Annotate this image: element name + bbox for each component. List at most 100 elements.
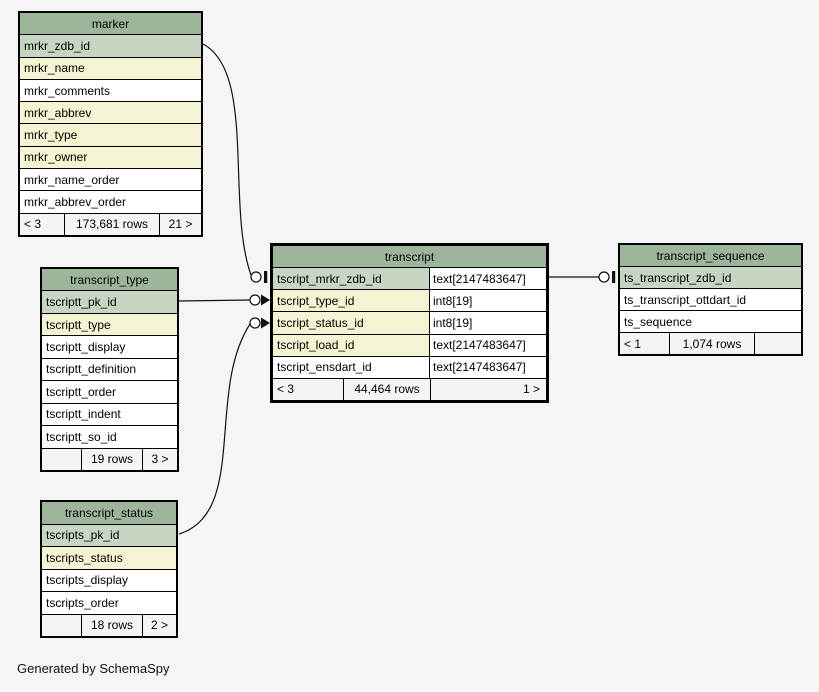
children-count: 21 > <box>159 214 201 235</box>
fk-tee <box>612 271 615 283</box>
column-row: ts_transcript_ottdart_id <box>620 288 801 310</box>
table-transcript-type[interactable]: transcript_type tscriptt_pk_id tscriptt_… <box>40 267 179 472</box>
fk-arrow <box>261 318 270 329</box>
column-row: tscript_load_id text[2147483647] <box>273 334 546 356</box>
column-name: mrkr_name <box>20 58 201 79</box>
table-footer: 18 rows 2 > <box>42 614 176 637</box>
table-title: transcript_type <box>70 273 149 287</box>
fk-odot <box>250 295 260 305</box>
column-name: mrkr_abbrev_order <box>20 191 201 212</box>
column-row: tscript_ensdart_id text[2147483647] <box>273 356 546 378</box>
column-name: mrkr_owner <box>20 147 201 168</box>
children-count: 3 > <box>142 449 177 470</box>
table-title: transcript <box>385 250 434 264</box>
column-row: tscriptt_order <box>42 380 177 402</box>
column-row: mrkr_name <box>20 57 201 79</box>
column-row: tscripts_pk_id <box>42 524 176 547</box>
column-name: mrkr_name_order <box>20 169 201 190</box>
column-row: mrkr_comments <box>20 79 201 101</box>
table-header[interactable]: marker <box>20 13 201 34</box>
table-footer: 19 rows 3 > <box>42 448 177 470</box>
column-name: tscript_status_id <box>273 312 430 333</box>
column-row: tscripts_order <box>42 591 176 614</box>
table-header[interactable]: transcript_type <box>42 269 177 290</box>
column-name: tscripts_order <box>42 592 176 614</box>
parents-count <box>42 449 81 470</box>
generated-by-caption: Generated by SchemaSpy <box>17 661 169 676</box>
column-row: tscript_mrkr_zdb_id text[2147483647] <box>273 267 546 289</box>
column-row: mrkr_name_order <box>20 168 201 190</box>
children-count <box>754 333 801 354</box>
column-row: tscriptt_so_id <box>42 425 177 447</box>
column-name: tscript_type_id <box>273 290 430 311</box>
table-footer: < 3 44,464 rows 1 > <box>273 378 546 400</box>
column-row: ts_transcript_zdb_id <box>620 266 801 288</box>
column-name: ts_transcript_zdb_id <box>620 267 801 288</box>
edge-type-transcript <box>179 300 250 301</box>
column-type: text[2147483647] <box>430 268 546 289</box>
column-name: ts_transcript_ottdart_id <box>620 289 801 310</box>
column-name: tscripts_status <box>42 547 176 569</box>
column-name: tscriptt_order <box>42 381 177 402</box>
children-count: 1 > <box>430 379 546 400</box>
column-name: tscript_mrkr_zdb_id <box>273 268 430 289</box>
column-type: text[2147483647] <box>430 335 546 356</box>
parents-count: < 3 <box>273 379 343 400</box>
table-header[interactable]: transcript <box>273 246 546 267</box>
fk-arrow <box>261 295 270 306</box>
table-header[interactable]: transcript_sequence <box>620 245 801 266</box>
fk-odot <box>250 318 260 328</box>
column-name: tscript_load_id <box>273 335 430 356</box>
fk-odot <box>251 272 261 282</box>
column-name: tscriptt_pk_id <box>42 291 177 312</box>
table-footer: < 1 1,074 rows <box>620 332 801 354</box>
column-row: tscriptt_display <box>42 335 177 357</box>
table-marker[interactable]: marker mrkr_zdb_id mrkr_name mrkr_commen… <box>18 11 203 237</box>
column-row: ts_sequence <box>620 310 801 332</box>
row-count: 44,464 rows <box>343 379 430 400</box>
column-name: tscripts_pk_id <box>42 525 176 547</box>
column-name: tscriptt_indent <box>42 404 177 425</box>
row-count: 19 rows <box>81 449 142 470</box>
column-row: mrkr_abbrev_order <box>20 190 201 212</box>
row-count: 173,681 rows <box>64 214 159 235</box>
column-type: text[2147483647] <box>430 357 546 378</box>
column-row: mrkr_type <box>20 123 201 145</box>
column-row: tscriptt_indent <box>42 403 177 425</box>
column-name: tscript_ensdart_id <box>273 357 430 378</box>
parents-count <box>42 615 81 637</box>
parents-count: < 1 <box>620 333 669 354</box>
column-name: mrkr_zdb_id <box>20 35 201 56</box>
table-footer: < 3 173,681 rows 21 > <box>20 213 201 235</box>
table-transcript[interactable]: transcript tscript_mrkr_zdb_id text[2147… <box>270 243 549 403</box>
column-type: int8[19] <box>430 312 546 333</box>
column-row: tscripts_display <box>42 569 176 592</box>
column-name: tscriptt_type <box>42 314 177 335</box>
column-name: ts_sequence <box>620 311 801 332</box>
fk-odot <box>599 272 609 282</box>
table-transcript-status[interactable]: transcript_status tscripts_pk_id tscript… <box>40 500 178 638</box>
column-name: mrkr_abbrev <box>20 102 201 123</box>
column-row: mrkr_owner <box>20 146 201 168</box>
table-title: transcript_status <box>65 506 153 520</box>
column-row: tscripts_status <box>42 546 176 569</box>
column-name: tscriptt_display <box>42 336 177 357</box>
column-row: tscriptt_definition <box>42 358 177 380</box>
column-type: int8[19] <box>430 290 546 311</box>
table-transcript-sequence[interactable]: transcript_sequence ts_transcript_zdb_id… <box>618 243 803 356</box>
column-name: mrkr_type <box>20 124 201 145</box>
row-count: 1,074 rows <box>669 333 754 354</box>
column-name: tscriptt_so_id <box>42 426 177 447</box>
parents-count: < 3 <box>20 214 64 235</box>
fk-tee <box>264 271 267 283</box>
table-title: marker <box>92 17 129 31</box>
column-name: tscripts_display <box>42 570 176 592</box>
table-header[interactable]: transcript_status <box>42 502 176 524</box>
edge-status-transcript <box>179 324 250 534</box>
edge-marker-transcript <box>203 44 251 275</box>
column-row: tscript_status_id int8[19] <box>273 311 546 333</box>
column-row: mrkr_zdb_id <box>20 34 201 56</box>
children-count: 2 > <box>142 615 176 637</box>
table-title: transcript_sequence <box>656 249 764 263</box>
column-row: tscript_type_id int8[19] <box>273 289 546 311</box>
